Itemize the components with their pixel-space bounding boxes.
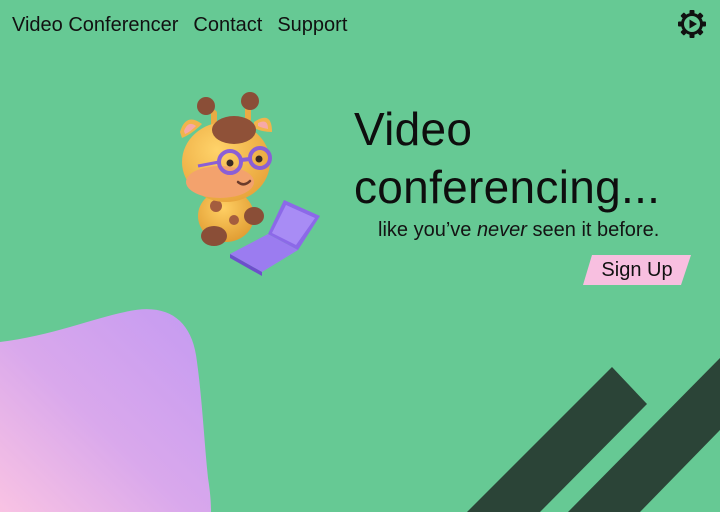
giraffe-with-laptop-illustration [180, 92, 320, 276]
settings-button[interactable] [676, 8, 708, 40]
nav-link-support[interactable]: Support [277, 12, 347, 38]
brand-link[interactable]: Video Conferencer [12, 12, 178, 38]
tagline-emphasis: never [476, 219, 527, 241]
hero-title-line2: conferencing... [354, 161, 661, 213]
nav-link-contact[interactable]: Contact [193, 12, 262, 38]
hero-tagline: like you’ve never seen it before. [378, 218, 659, 242]
tagline-after: seen it before. [526, 219, 660, 241]
sign-up-button[interactable]: Sign Up [583, 255, 691, 285]
top-nav: Video Conferencer Contact Support [12, 12, 347, 38]
hero-title: Video conferencing... [354, 100, 660, 216]
gear-icon [678, 10, 706, 38]
tagline-before: like you’ve [378, 219, 477, 241]
hero-title-line1: Video [354, 103, 473, 155]
